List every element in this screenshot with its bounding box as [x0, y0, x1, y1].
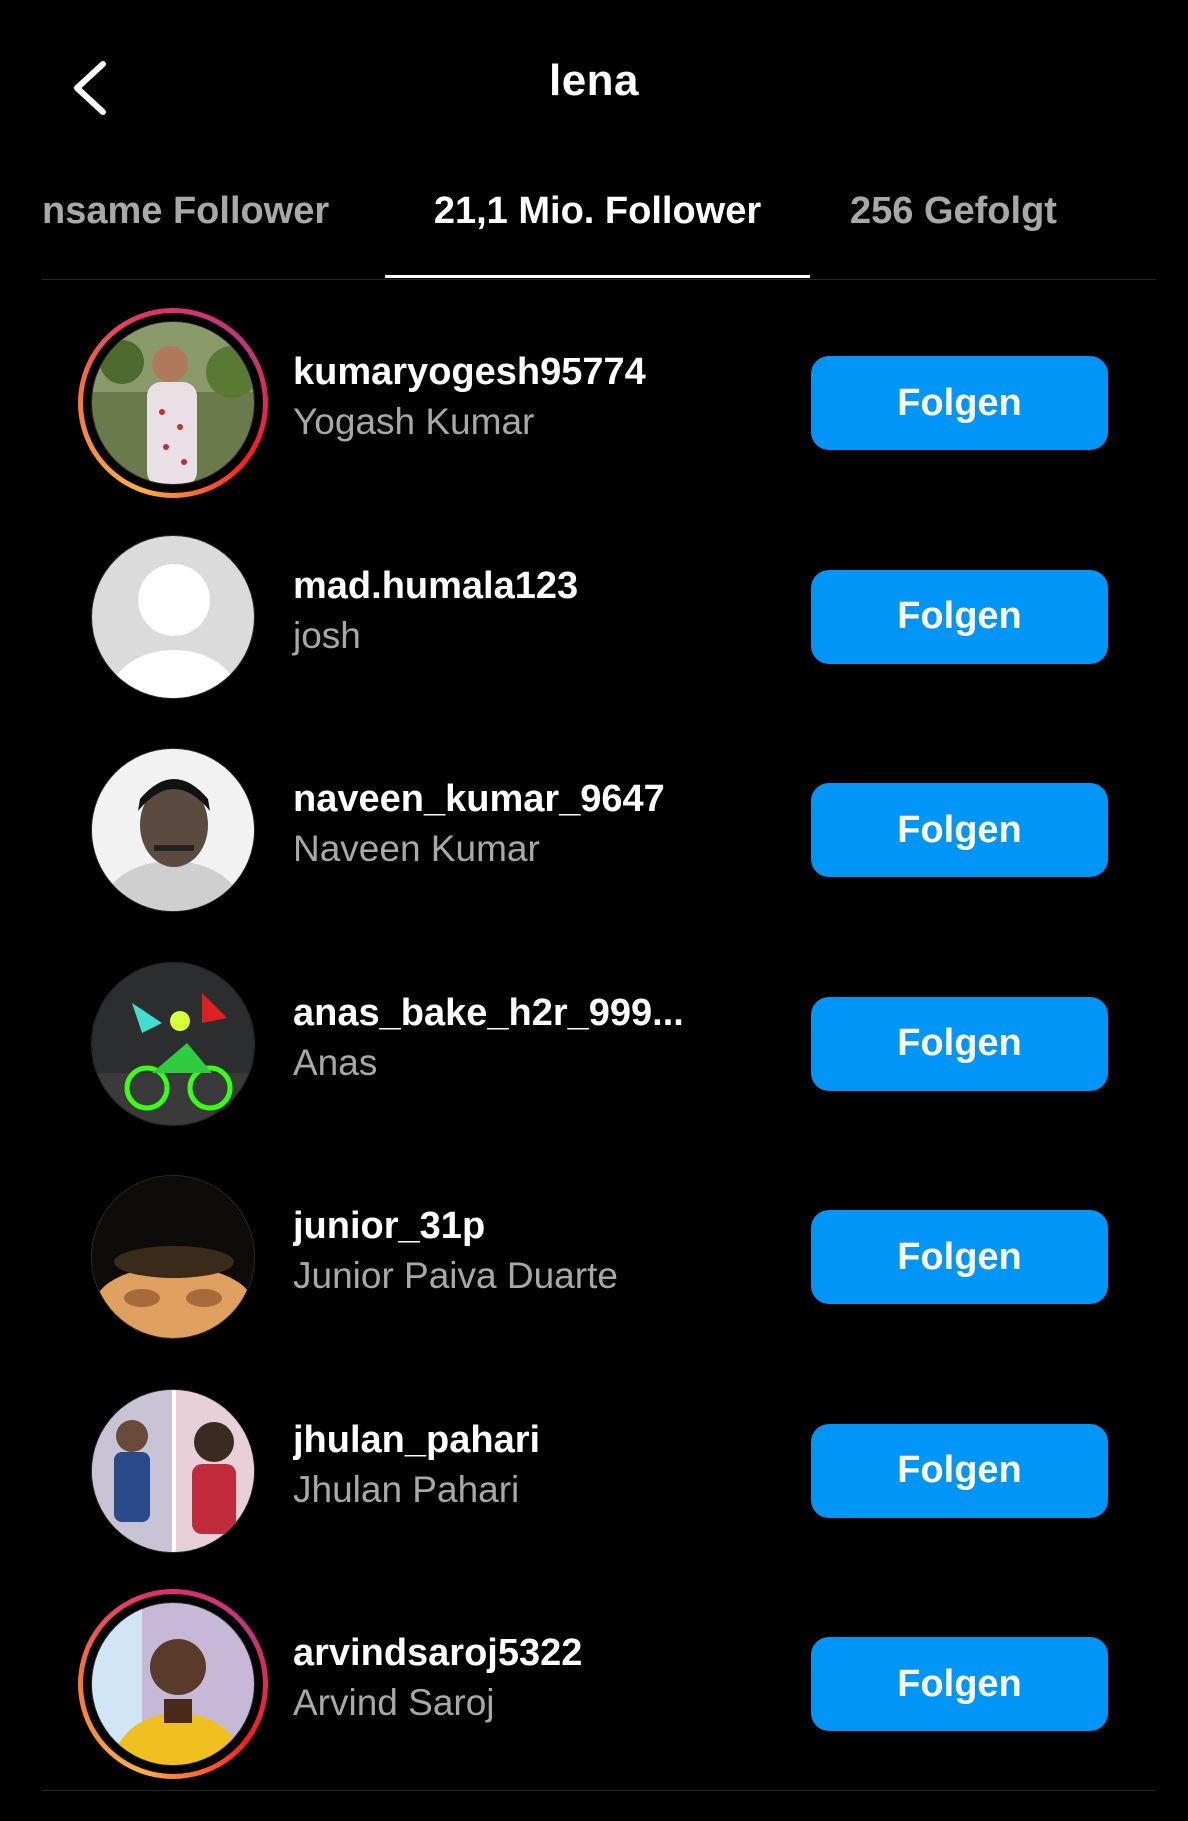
follow-button[interactable]: Folgen: [811, 996, 1108, 1091]
avatar: [91, 1602, 255, 1766]
follow-button[interactable]: Folgen: [811, 783, 1108, 877]
username[interactable]: naveen_kumar_9647: [293, 775, 753, 823]
user-names: anas_bake_h2r_999... Anas: [293, 989, 753, 1089]
avatar: [91, 1175, 255, 1339]
follow-button[interactable]: Folgen: [811, 569, 1108, 664]
follow-button[interactable]: Folgen: [811, 1637, 1108, 1731]
list-item[interactable]: mad.humala123 josh Folgen: [0, 494, 1188, 708]
full-name: Anas: [293, 1041, 378, 1083]
username[interactable]: kumaryogesh95774: [293, 348, 753, 396]
list-item[interactable]: anas_bake_h2r_999... Anas Folgen: [0, 921, 1188, 1135]
user-names: junior_31p Junior Paiva Duarte: [293, 1202, 753, 1302]
avatar-wrapper[interactable]: [78, 522, 268, 712]
tab-followers[interactable]: 21,1 Mio. Follower: [385, 190, 810, 279]
header: lena: [0, 0, 1188, 170]
username[interactable]: arvindsaroj5322: [293, 1629, 753, 1677]
user-names: kumaryogesh95774 Yogash Kumar: [293, 348, 753, 448]
list-item[interactable]: kumaryogesh95774 Yogash Kumar Folgen: [0, 280, 1188, 498]
list-item[interactable]: naveen_kumar_9647 Naveen Kumar Folgen: [0, 707, 1188, 921]
user-names: jhulan_pahari Jhulan Pahari: [293, 1416, 753, 1516]
avatar: [91, 961, 255, 1126]
user-names: naveen_kumar_9647 Naveen Kumar: [293, 775, 753, 875]
username[interactable]: anas_bake_h2r_999...: [293, 989, 753, 1037]
follow-button[interactable]: Folgen: [811, 1423, 1108, 1518]
username[interactable]: junior_31p: [293, 1202, 753, 1250]
full-name: Jhulan Pahari: [293, 1468, 520, 1510]
avatar-story-ring[interactable]: [78, 1589, 268, 1779]
list-item[interactable]: jhulan_pahari Jhulan Pahari Folgen: [0, 1348, 1188, 1562]
avatar-wrapper[interactable]: [78, 1376, 268, 1566]
avatar-wrapper[interactable]: [78, 1162, 268, 1352]
divider: [42, 1790, 1156, 1791]
user-names: arvindsaroj5322 Arvind Saroj: [293, 1629, 753, 1729]
username[interactable]: jhulan_pahari: [293, 1416, 753, 1464]
avatar: [91, 748, 255, 912]
full-name: josh: [293, 614, 361, 656]
follower-list: kumaryogesh95774 Yogash Kumar Folgen mad…: [0, 280, 1188, 1779]
tab-mutual-followers[interactable]: nsame Follower: [42, 190, 329, 279]
list-item[interactable]: arvindsaroj5322 Arvind Saroj Folgen: [0, 1561, 1188, 1779]
avatar: [91, 321, 255, 485]
followers-screen: lena nsame Follower 21,1 Mio. Follower 2…: [0, 0, 1188, 1821]
profile-title: lena: [548, 56, 640, 105]
tab-following[interactable]: 256 Gefolgt: [850, 190, 1057, 279]
username[interactable]: mad.humala123: [293, 562, 753, 610]
active-tab-indicator: [385, 275, 810, 278]
follow-button[interactable]: Folgen: [811, 1210, 1108, 1304]
list-item[interactable]: junior_31p Junior Paiva Duarte Folgen: [0, 1134, 1188, 1348]
avatar-wrapper[interactable]: [78, 949, 268, 1139]
full-name: Junior Paiva Duarte: [293, 1255, 618, 1296]
full-name: Naveen Kumar: [293, 828, 540, 869]
avatar-story-ring[interactable]: [78, 308, 268, 498]
avatar-wrapper[interactable]: [78, 735, 268, 925]
tab-bar: nsame Follower 21,1 Mio. Follower 256 Ge…: [42, 170, 1156, 280]
user-names: mad.humala123 josh: [293, 562, 753, 662]
default-avatar: [91, 534, 255, 699]
follow-button[interactable]: Folgen: [811, 356, 1108, 450]
avatar: [91, 1388, 255, 1553]
full-name: Yogash Kumar: [293, 401, 535, 442]
full-name: Arvind Saroj: [293, 1682, 495, 1723]
